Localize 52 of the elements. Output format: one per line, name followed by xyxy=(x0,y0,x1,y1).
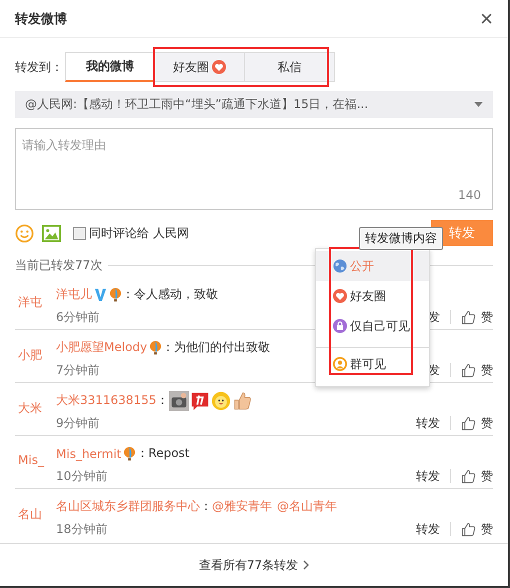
repost-text: ：Repost xyxy=(136,445,190,462)
checkbox-label: 同时评论给 人民网 xyxy=(89,224,189,242)
thumbs-up-icon[interactable] xyxy=(461,522,476,536)
dialog-title: 转发微博 xyxy=(15,10,68,28)
view-all-link[interactable]: 查看所有77条转发 xyxy=(198,556,310,574)
source-post-select[interactable]: @人民网:【感动！环卫工雨中“埋头”疏通下水道】15日，在福... xyxy=(15,91,493,118)
menu-item[interactable]: 好友圈 xyxy=(316,281,429,311)
balloon-icon xyxy=(149,340,162,355)
tooltip: 转发微博内容 xyxy=(359,227,443,250)
repost-text: ： xyxy=(156,392,168,409)
tab[interactable]: 好友圈 xyxy=(155,52,245,82)
repost-link[interactable]: 转发 xyxy=(416,468,440,484)
thumbs-up-emoji-icon xyxy=(232,390,252,410)
repost-text: ：为他们的付出致敬 xyxy=(162,339,270,356)
group-icon xyxy=(333,357,347,371)
repost-link[interactable]: 转发 xyxy=(416,520,440,538)
repost-count: 当前已转发77次 xyxy=(15,257,102,274)
thumbs-up-icon[interactable] xyxy=(461,416,476,430)
checkbox[interactable] xyxy=(73,226,86,240)
thumbs-up-icon[interactable] xyxy=(461,310,476,324)
menu-item[interactable]: 仅自己可见 xyxy=(316,311,429,341)
thumbs-up-icon[interactable] xyxy=(461,362,476,378)
balloon-icon xyxy=(109,287,122,302)
power-emoji-icon xyxy=(190,390,210,410)
close-button[interactable]: × xyxy=(480,8,493,28)
thumbs-up-icon[interactable] xyxy=(461,468,476,484)
character-counter: 140 xyxy=(458,188,481,202)
repost-link[interactable]: 转发 xyxy=(416,414,440,432)
timestamp: 6分钟前 xyxy=(56,308,100,326)
timestamp: 10分钟前 xyxy=(56,468,108,484)
timestamp: 7分钟前 xyxy=(56,362,100,378)
timestamp: 18分钟前 xyxy=(56,520,108,538)
sun-emoji-icon xyxy=(211,390,232,410)
camera-emoji-icon xyxy=(169,390,190,410)
repost-to-label: 转发到： xyxy=(15,58,64,76)
caret-icon xyxy=(474,102,483,107)
like-link[interactable]: 赞 xyxy=(481,308,493,326)
tab[interactable]: 我的微博 xyxy=(65,52,155,82)
chevron-icon xyxy=(303,560,310,570)
balloon-icon xyxy=(123,446,136,461)
like-link[interactable]: 赞 xyxy=(481,414,493,432)
repost-text: ： xyxy=(200,498,212,515)
globe-icon xyxy=(333,259,347,273)
like-link[interactable]: 赞 xyxy=(481,520,493,538)
like-link[interactable]: 赞 xyxy=(481,362,493,378)
like-link[interactable]: 赞 xyxy=(481,468,493,484)
timestamp: 9分钟前 xyxy=(56,414,100,432)
menu-item[interactable]: 群可见 xyxy=(316,347,429,380)
verified-icon xyxy=(94,287,107,302)
lock-icon xyxy=(333,319,347,333)
repost-text: ：令人感动，致敬 xyxy=(122,286,218,303)
tab[interactable]: 私信 xyxy=(245,52,335,82)
